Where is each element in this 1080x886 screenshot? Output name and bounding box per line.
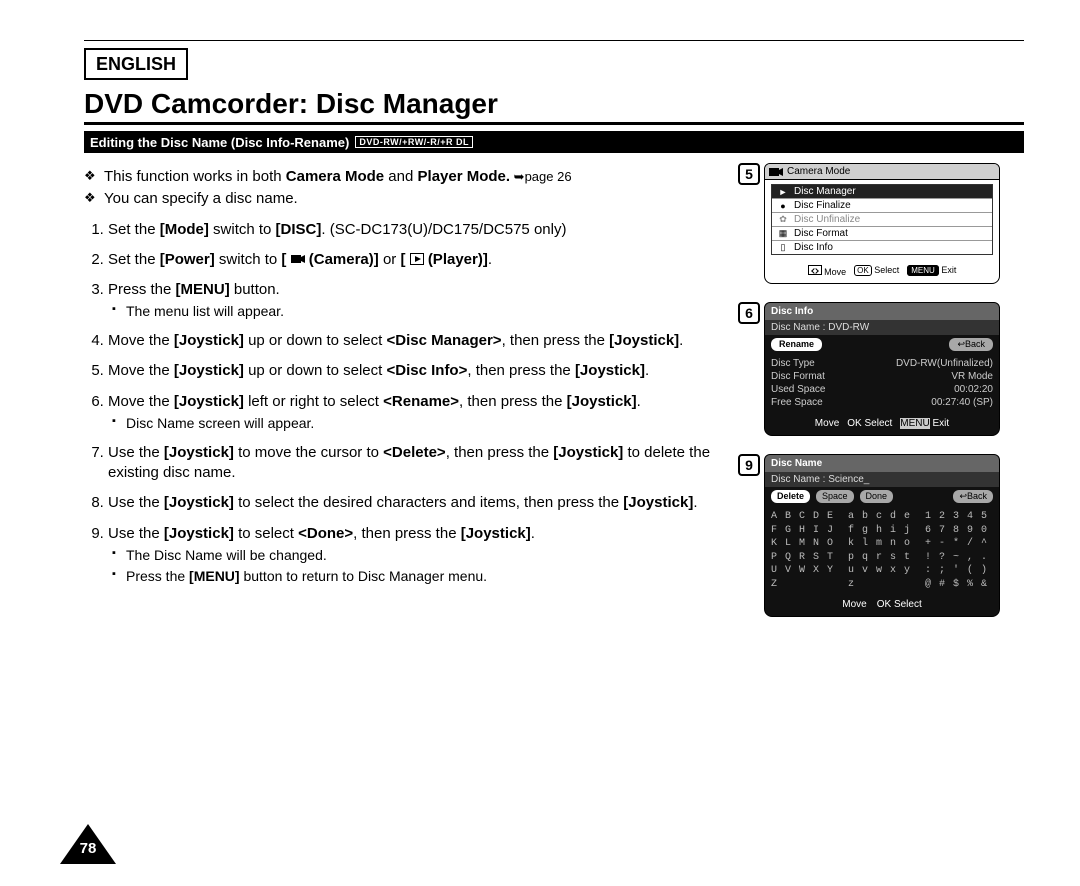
ok-key-icon: OK [877,599,891,610]
figure-6: 6 Disc Info Disc Name : DVD-RW Rename ↩B… [764,302,1024,436]
menu-item-disc-info[interactable]: ▯Disc Info [772,240,992,254]
screen5-menu-list: ►Disc Manager ●Disc Finalize ✿Disc Unfin… [771,184,993,255]
screen9-button-row: Delete Space Done ↩Back [765,487,999,506]
done-button[interactable]: Done [860,490,894,503]
figure-number-6: 6 [738,302,760,324]
kb-row: A B C D E a b c d e 1 2 3 4 5 [771,511,988,522]
intro-bullet-2: You can specify a disc name. [104,189,750,209]
kb-row: Z z @ # $ % & [771,579,988,590]
menu-key-icon: MENU [907,265,939,276]
step-9: Use the [Joystick] to select <Done>, the… [108,524,750,586]
step-3: Press the [MENU] button. The menu list w… [108,280,750,321]
space-button[interactable]: Space [816,490,854,503]
screen-disc-name-keyboard: Disc Name Disc Name : Science_ Delete Sp… [764,454,1000,617]
kb-row: F G H I J f g h i j 6 7 8 9 0 [771,525,988,536]
ok-key-icon: OK [854,265,872,276]
figure-9: 9 Disc Name Disc Name : Science_ Delete … [764,454,1024,617]
screen9-nav-hints: Move OK Select [765,595,999,616]
camera-icon [769,167,783,177]
section-header: Editing the Disc Name (Disc Info-Rename)… [84,131,1024,153]
menu-item-disc-unfinalize: ✿Disc Unfinalize [772,212,992,226]
back-button[interactable]: ↩Back [949,338,993,351]
screen6-button-row: Rename ↩Back [765,335,999,354]
steps-list: Set the [Mode] switch to [DISC]. (SC-DC1… [84,220,750,586]
screen5-title-bar: Camera Mode [765,164,999,180]
rename-button[interactable]: Rename [771,338,822,351]
step-5: Move the [Joystick] up or down to select… [108,361,750,381]
step-3-sub: The menu list will appear. [126,302,750,321]
step-1: Set the [Mode] switch to [DISC]. (SC-DC1… [108,220,750,240]
disc-manager-icon: ► [776,187,790,197]
screen5-nav-hints: Move OK Select MENU Exit [765,261,999,283]
info-row-free-space: Free Space00:27:40 (SP) [771,397,993,408]
disc-info-icon: ▯ [776,242,790,253]
instructions-column: This function works in both Camera Mode … [84,163,750,635]
camera-icon [291,253,305,265]
screen6-disc-name: Disc Name : DVD-RW [765,320,999,335]
joystick-arrows-icon [808,265,822,275]
step-4: Move the [Joystick] up or down to select… [108,331,750,351]
screen6-nav-hints: Move OK Select MENU Exit [765,414,999,435]
page-number-value: 78 [60,840,116,857]
intro-bullet-1: This function works in both Camera Mode … [104,167,750,187]
disc-format-icon: ▦ [776,228,790,239]
page-title: DVD Camcorder: Disc Manager [84,88,1024,125]
figure-number-5: 5 [738,163,760,185]
ok-key-icon: OK [847,418,861,429]
screen9-title: Disc Name [765,455,999,472]
screen9-disc-name: Disc Name : Science_ [765,472,999,487]
section-title: Editing the Disc Name (Disc Info-Rename) [90,135,349,150]
menu-item-disc-finalize[interactable]: ●Disc Finalize [772,198,992,212]
menu-item-disc-format[interactable]: ▦Disc Format [772,226,992,240]
step-2: Set the [Power] switch to [ (Camera)] or… [108,250,750,270]
screen6-details: Disc TypeDVD-RW(Unfinalized) Disc Format… [765,354,999,414]
info-row-disc-type: Disc TypeDVD-RW(Unfinalized) [771,358,993,369]
kb-row: U V W X Y u v w x y : ; ' ( ) [771,565,988,576]
info-row-used-space: Used Space00:02:20 [771,384,993,395]
kb-row: K L M N O k l m n o + - * / ^ [771,538,988,549]
info-row-disc-format: Disc FormatVR Mode [771,371,993,382]
step-6-sub: Disc Name screen will appear. [126,414,750,433]
language-badge: ENGLISH [84,48,188,80]
media-types-badge: DVD-RW/+RW/-R/+R DL [355,136,473,148]
step-7: Use the [Joystick] to move the cursor to… [108,443,750,484]
onscreen-keyboard[interactable]: A B C D E a b c d e 1 2 3 4 5 F G H I J … [765,506,999,595]
menu-key-icon: MENU [900,418,929,429]
screen-disc-info: Disc Info Disc Name : DVD-RW Rename ↩Bac… [764,302,1000,436]
disc-finalize-icon: ● [776,201,790,211]
step-9-sub-2: Press the [MENU] button to return to Dis… [126,567,750,586]
step-9-sub-1: The Disc Name will be changed. [126,546,750,565]
screen6-title: Disc Info [765,303,999,320]
disc-unfinalize-icon: ✿ [776,214,790,225]
screen5-mode-label: Camera Mode [787,166,850,177]
player-icon [410,253,424,265]
step-6: Move the [Joystick] left or right to sel… [108,392,750,433]
manual-page: ENGLISH DVD Camcorder: Disc Manager Edit… [0,0,1080,886]
figure-number-9: 9 [738,454,760,476]
page-number: 78 [60,824,116,864]
delete-button[interactable]: Delete [771,490,810,503]
figure-5: 5 Camera Mode ►Disc Manager ●Disc Finali… [764,163,1024,284]
content-columns: This function works in both Camera Mode … [84,163,1024,635]
back-button[interactable]: ↩Back [953,490,993,503]
intro-bullets: This function works in both Camera Mode … [84,167,750,210]
kb-row: P Q R S T p q r s t ! ? ~ , . [771,552,988,563]
figures-column: 5 Camera Mode ►Disc Manager ●Disc Finali… [764,163,1024,635]
step-8: Use the [Joystick] to select the desired… [108,493,750,513]
menu-item-disc-manager[interactable]: ►Disc Manager [772,185,992,198]
screen-camera-menu: Camera Mode ►Disc Manager ●Disc Finalize… [764,163,1000,284]
